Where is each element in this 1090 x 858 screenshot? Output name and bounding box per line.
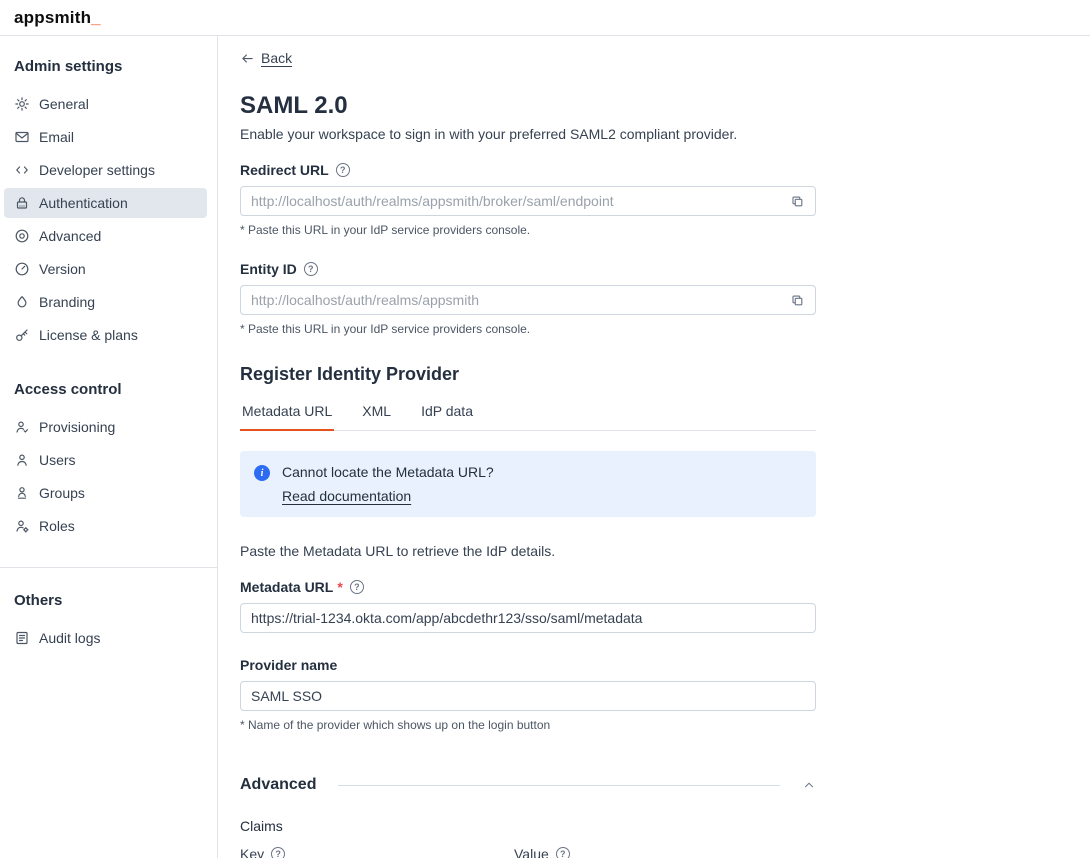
sidebar-item-label: Groups [39, 485, 85, 501]
sidebar-item-label: Authentication [39, 195, 128, 211]
sidebar-item-users[interactable]: Users [4, 445, 207, 475]
tab-xml[interactable]: XML [360, 403, 393, 431]
claim-key-label: Key [240, 846, 264, 858]
redirect-url-helper: * Paste this URL in your IdP service pro… [240, 223, 816, 237]
user-icon [14, 452, 30, 468]
required-asterisk: * [337, 579, 342, 595]
sidebar-item-general[interactable]: General [4, 89, 207, 119]
help-icon[interactable]: ? [271, 847, 285, 858]
provider-name-input[interactable] [251, 688, 805, 704]
help-icon[interactable]: ? [304, 262, 318, 276]
user-gear-icon [14, 518, 30, 534]
info-banner: i Cannot locate the Metadata URL? Read d… [240, 451, 816, 517]
document-icon [14, 630, 30, 646]
banner-title: Cannot locate the Metadata URL? [282, 464, 494, 480]
entity-id-label: Entity ID [240, 261, 297, 277]
help-icon[interactable]: ? [336, 163, 350, 177]
tab-metadata-url[interactable]: Metadata URL [240, 403, 334, 431]
sidebar-item-developer-settings[interactable]: Developer settings [4, 155, 207, 185]
read-documentation-link[interactable]: Read documentation [282, 488, 411, 504]
version-clock-icon [14, 261, 30, 277]
lock-icon [14, 195, 30, 211]
provider-name-input-wrap [240, 681, 816, 711]
idp-tabs: Metadata URL XML IdP data [240, 403, 816, 431]
tab-idp-data[interactable]: IdP data [419, 403, 475, 431]
copy-icon[interactable] [790, 194, 805, 209]
sidebar-item-roles[interactable]: Roles [4, 511, 207, 541]
arrow-left-icon [240, 51, 255, 66]
entity-id-input[interactable] [251, 292, 790, 308]
sidebar-item-audit-logs[interactable]: Audit logs [4, 623, 207, 653]
copy-icon[interactable] [790, 293, 805, 308]
settings-sidebar: Admin settings General Email Developer s… [0, 36, 218, 858]
sidebar-item-advanced[interactable]: Advanced [4, 221, 207, 251]
sidebar-section-access-control: Access control [14, 381, 217, 398]
sidebar-item-label: Email [39, 129, 74, 145]
sidebar-item-version[interactable]: Version [4, 254, 207, 284]
redirect-url-label: Redirect URL [240, 162, 329, 178]
chevron-up-icon[interactable] [802, 778, 816, 792]
sidebar-item-label: Version [39, 261, 86, 277]
register-idp-title: Register Identity Provider [240, 364, 816, 385]
sidebar-item-label: Users [39, 452, 76, 468]
user-check-icon [14, 419, 30, 435]
user-group-icon [14, 485, 30, 501]
provider-name-helper: * Name of the provider which shows up on… [240, 718, 816, 732]
key-icon [14, 327, 30, 343]
sidebar-item-authentication[interactable]: Authentication [4, 188, 207, 218]
sidebar-divider [0, 567, 217, 568]
help-icon[interactable]: ? [556, 847, 570, 858]
metadata-instruction: Paste the Metadata URL to retrieve the I… [240, 543, 816, 559]
sidebar-item-license-plans[interactable]: License & plans [4, 320, 207, 350]
gear-icon [14, 96, 30, 112]
sidebar-item-label: Developer settings [39, 162, 155, 178]
sidebar-item-label: Roles [39, 518, 75, 534]
sidebar-item-branding[interactable]: Branding [4, 287, 207, 317]
sidebar-item-label: General [39, 96, 89, 112]
top-header: appsmith_ [0, 0, 1090, 36]
advanced-divider [338, 785, 780, 786]
provider-name-label: Provider name [240, 657, 337, 673]
info-icon: i [254, 465, 270, 481]
advanced-settings-icon [14, 228, 30, 244]
branding-paint-icon [14, 294, 30, 310]
entity-id-input-wrap [240, 285, 816, 315]
sidebar-item-label: Provisioning [39, 419, 115, 435]
sidebar-section-others: Others [14, 592, 217, 609]
redirect-url-input[interactable] [251, 193, 790, 209]
sidebar-section-admin-settings: Admin settings [14, 58, 217, 75]
sidebar-item-provisioning[interactable]: Provisioning [4, 412, 207, 442]
redirect-url-input-wrap [240, 186, 816, 216]
sidebar-item-label: License & plans [39, 327, 138, 343]
sidebar-item-groups[interactable]: Groups [4, 478, 207, 508]
sidebar-item-label: Audit logs [39, 630, 100, 646]
metadata-url-label: Metadata URL [240, 579, 333, 595]
help-icon[interactable]: ? [350, 580, 364, 594]
email-icon [14, 129, 30, 145]
code-icon [14, 162, 30, 178]
back-label: Back [261, 50, 292, 66]
sidebar-item-email[interactable]: Email [4, 122, 207, 152]
appsmith-logo[interactable]: appsmith_ [14, 8, 101, 28]
page-subtitle: Enable your workspace to sign in with yo… [240, 126, 816, 142]
claim-value-label: Value [514, 846, 549, 858]
sidebar-item-label: Branding [39, 294, 95, 310]
back-button[interactable]: Back [240, 50, 292, 66]
metadata-url-input[interactable] [251, 610, 805, 626]
sidebar-item-label: Advanced [39, 228, 101, 244]
metadata-url-input-wrap [240, 603, 816, 633]
claims-label: Claims [240, 818, 816, 834]
page-title: SAML 2.0 [240, 92, 816, 120]
entity-id-helper: * Paste this URL in your IdP service pro… [240, 322, 816, 336]
advanced-section-title: Advanced [240, 776, 316, 794]
